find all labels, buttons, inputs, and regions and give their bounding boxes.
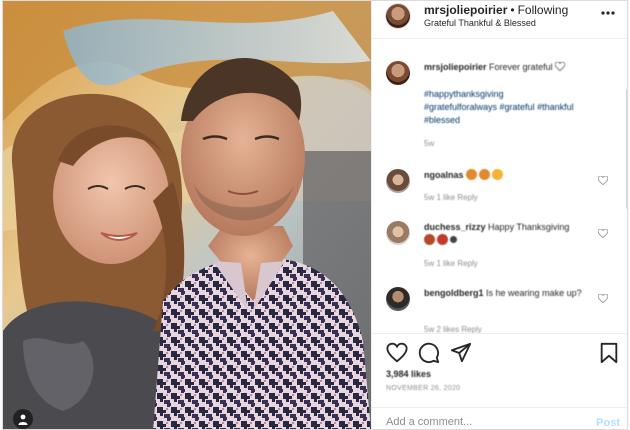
post-location[interactable]: Grateful Thankful & Blessed: [424, 18, 536, 28]
caption-hashtags[interactable]: #happythanksgiving #gratefulforalways #g…: [424, 88, 574, 127]
comment-username[interactable]: bengoldberg1: [424, 288, 484, 298]
add-comment-input[interactable]: [386, 416, 576, 428]
emoji-icon: [466, 169, 478, 180]
comment-meta: 5w 2 likes Reply: [424, 325, 482, 333]
emoji-icon: [479, 169, 491, 180]
emoji-icon: [450, 236, 457, 243]
emoji-icon: [492, 169, 504, 180]
post-username[interactable]: mrsjoliepoirier: [424, 3, 507, 17]
comment-meta: 5w 1 like Reply: [424, 259, 478, 268]
post-date[interactable]: NOVEMBER 26, 2020: [386, 385, 460, 392]
post-header: mrsjoliepoirier • Following Grateful Thank…: [372, 1, 627, 39]
emoji-icon: [424, 234, 435, 245]
scrollbar[interactable]: [626, 89, 627, 209]
comment-username[interactable]: duchess_rizzy: [424, 222, 486, 232]
post-sidebar: mrsjoliepoirier • Following Grateful Thank…: [371, 1, 627, 429]
follow-button[interactable]: Following: [518, 3, 569, 17]
comment: duchess_rizzy Happy Thanksgiving: [424, 221, 584, 247]
like-comment-heart-icon[interactable]: [598, 229, 608, 238]
instagram-post: mrsjoliepoirier • Following Grateful Thank…: [2, 0, 628, 430]
avatar[interactable]: [386, 221, 410, 245]
post-comment-button[interactable]: Post: [596, 417, 620, 429]
more-icon[interactable]: [600, 8, 616, 18]
avatar[interactable]: [386, 169, 410, 193]
action-bar: 3,984 likes NOVEMBER 26, 2020: [372, 333, 627, 407]
comment-text: Is he wearing make up?: [486, 288, 582, 298]
likes-count[interactable]: 3,984 likes: [386, 369, 431, 379]
caption: mrsjoliepoirier Forever grateful #happyt…: [424, 61, 604, 127]
like-comment-heart-icon[interactable]: [598, 176, 608, 185]
white-heart-emoji: [554, 61, 566, 72]
comment-username[interactable]: mrsjoliepoirier: [424, 62, 487, 72]
emoji-icon: [437, 234, 448, 245]
share-icon[interactable]: [450, 342, 472, 364]
comments-list[interactable]: mrsjoliepoirier Forever grateful #happyt…: [372, 41, 627, 333]
comment-meta: 5w: [424, 139, 435, 148]
comment: bengoldberg1 Is he wearing make up?: [424, 287, 584, 300]
heart-icon[interactable]: [386, 342, 408, 364]
comment-text: Happy Thanksgiving: [488, 222, 570, 232]
avatar[interactable]: [386, 287, 410, 311]
post-photo[interactable]: [3, 1, 371, 429]
comment-composer: Post: [372, 407, 627, 429]
avatar[interactable]: [386, 61, 410, 85]
comment-icon[interactable]: [418, 342, 440, 364]
comment-meta: 5w 1 like Reply: [424, 193, 478, 202]
avatar[interactable]: [386, 4, 410, 28]
comment-text: Forever grateful: [489, 62, 553, 72]
header-separator: •: [510, 3, 515, 17]
photo-image: [3, 1, 371, 429]
bookmark-icon[interactable]: [598, 342, 620, 364]
user-tag-icon[interactable]: [13, 409, 33, 429]
like-comment-heart-icon[interactable]: [598, 294, 608, 303]
comment: ngoalnas: [424, 169, 594, 182]
comment-username[interactable]: ngoalnas: [424, 170, 464, 180]
